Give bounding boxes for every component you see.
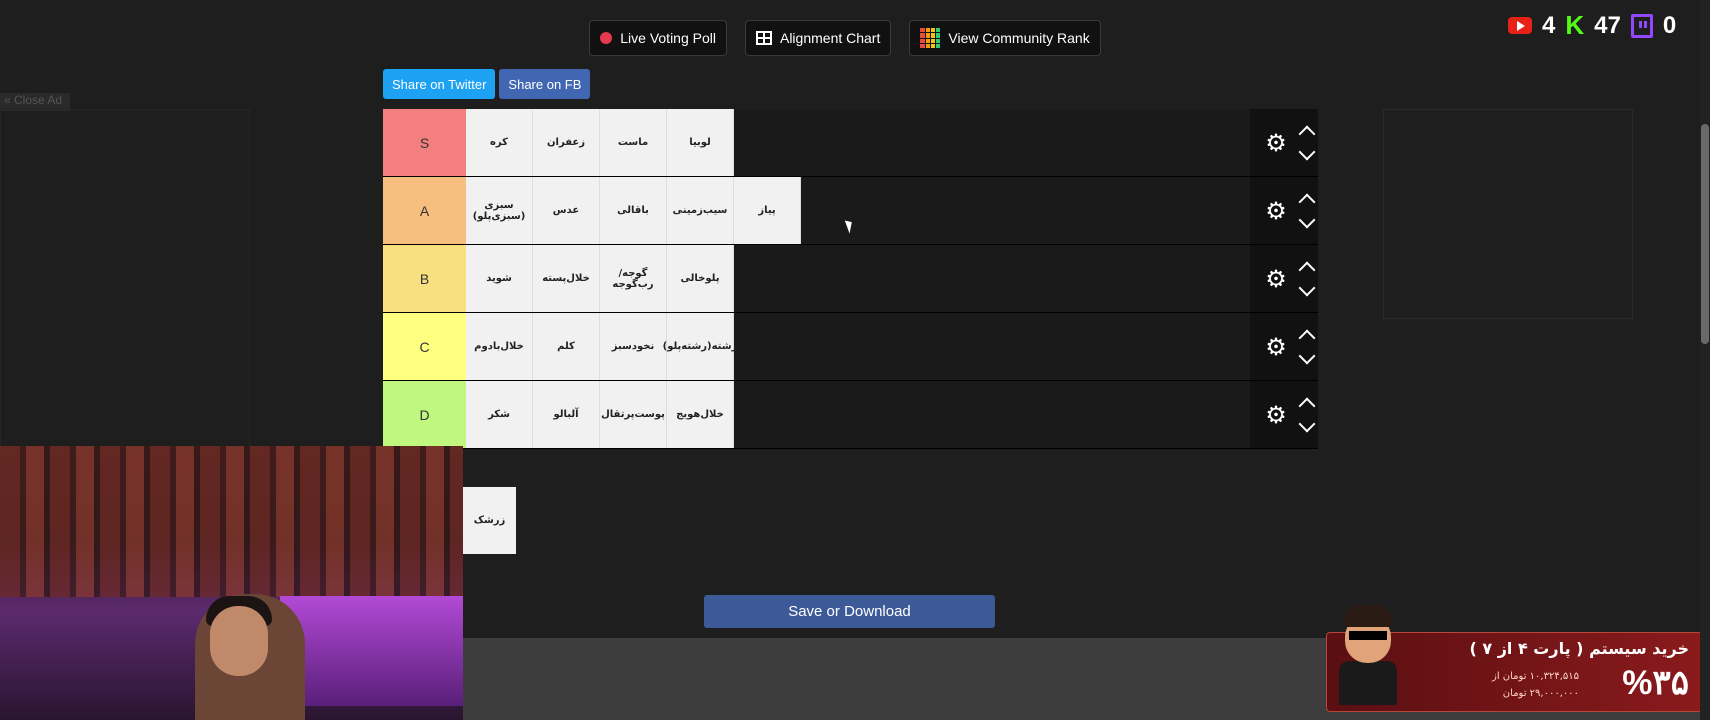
tier-controls: ⚙ <box>1250 177 1318 244</box>
tier-item[interactable]: کره <box>466 109 533 176</box>
record-dot-icon <box>600 32 613 44</box>
tier-item[interactable]: لوبیا <box>667 109 734 176</box>
tier-list: S کره زعفران ماست لوبیا ⚙ A سبزی (سبزی‌پ… <box>383 109 1318 449</box>
tier-item[interactable]: زعفران <box>533 109 600 176</box>
table-icon <box>755 31 772 45</box>
tier-item[interactable]: شوید <box>466 245 533 312</box>
tier-controls: ⚙ <box>1250 245 1318 312</box>
community-rank-label: View Community Rank <box>948 30 1090 46</box>
tier-items-a: سبزی (سبزی‌پلو) عدس باقالی سیب‌زمینی پیا… <box>466 177 1318 244</box>
tier-label-c[interactable]: C <box>383 313 466 380</box>
live-voting-label: Live Voting Poll <box>620 30 716 46</box>
left-ad-slot <box>0 109 250 447</box>
promo-percent: %۳۵ <box>1622 664 1689 702</box>
scroll-thumb[interactable] <box>1701 124 1709 344</box>
color-grid-icon <box>920 28 941 48</box>
gear-icon[interactable]: ⚙ <box>1264 131 1288 155</box>
share-twitter-button[interactable]: Share on Twitter <box>383 69 496 99</box>
top-toolbar: Live Voting Poll Alignment Chart View Co… <box>0 20 1710 56</box>
stream-counters: 4 K 47 0 <box>1508 10 1676 41</box>
tier-item[interactable]: آلبالو <box>533 381 600 448</box>
promo-banner: خرید سیستم ( پارت ۴ از ۷ ) ۱۰,۳۲۴,۵۱۵ تو… <box>1326 605 1702 712</box>
tier-items-c: خلال‌بادوم کلم نخودسبز رشته(رشته‌پلو) <box>466 313 1318 380</box>
tier-row-c: C خلال‌بادوم کلم نخودسبز رشته(رشته‌پلو) … <box>383 313 1318 381</box>
gear-icon[interactable]: ⚙ <box>1264 199 1288 223</box>
tier-row-b: B شوید خلال‌پسته گوجه/رب‌گوجه پلوخالی ⚙ <box>383 245 1318 313</box>
unsorted-item[interactable]: زرشک <box>463 487 516 554</box>
chevron-up-icon[interactable] <box>1298 329 1316 346</box>
tier-item[interactable]: خلال‌پسته <box>533 245 600 312</box>
tier-row-a: A سبزی (سبزی‌پلو) عدس باقالی سیب‌زمینی پ… <box>383 177 1318 245</box>
gear-icon[interactable]: ⚙ <box>1264 267 1288 291</box>
tier-item[interactable]: پوست‌پرتقال <box>600 381 667 448</box>
tier-item[interactable]: کلم <box>533 313 600 380</box>
tier-label-a[interactable]: A <box>383 177 466 244</box>
twitch-count: 0 <box>1662 11 1677 39</box>
tier-items-s: کره زعفران ماست لوبیا <box>466 109 1318 176</box>
tier-item[interactable]: پلوخالی <box>667 245 734 312</box>
tier-controls: ⚙ <box>1250 313 1318 380</box>
alignment-chart-button[interactable]: Alignment Chart <box>744 20 892 56</box>
kick-icon: K <box>1565 10 1585 40</box>
gear-icon[interactable]: ⚙ <box>1264 335 1288 359</box>
tier-item[interactable]: باقالی <box>600 177 667 244</box>
promo-progress-line2: ۲۹,۰۰۰,۰۰۰ تومان <box>1502 688 1579 699</box>
live-voting-poll-button[interactable]: Live Voting Poll <box>589 20 727 56</box>
tier-item[interactable]: سیب‌زمینی <box>667 177 734 244</box>
chevron-down-icon[interactable] <box>1298 279 1316 296</box>
chevron-up-icon[interactable] <box>1298 397 1316 414</box>
promo-progress-line1: ۱۰,۳۲۴,۵۱۵ تومان از <box>1492 671 1579 682</box>
tier-items-b: شوید خلال‌پسته گوجه/رب‌گوجه پلوخالی <box>466 245 1318 312</box>
mascot-image <box>1335 605 1401 705</box>
promo-title: خرید سیستم ( پارت ۴ از ۷ ) <box>1469 639 1689 658</box>
twitch-icon <box>1630 13 1653 38</box>
tier-item[interactable]: پیاز <box>734 177 801 244</box>
community-rank-button[interactable]: View Community Rank <box>909 20 1101 56</box>
chevron-down-icon[interactable] <box>1298 347 1316 364</box>
tier-row-s: S کره زعفران ماست لوبیا ⚙ <box>383 109 1318 177</box>
tier-label-s[interactable]: S <box>383 109 466 176</box>
tier-item[interactable]: ماست <box>600 109 667 176</box>
tier-row-d: D شکر آلبالو پوست‌پرتقال خلال‌هویج ⚙ <box>383 381 1318 449</box>
chevron-down-icon[interactable] <box>1298 211 1316 228</box>
right-ad-slot <box>1383 109 1633 319</box>
tier-item[interactable]: خلال‌بادوم <box>466 313 533 380</box>
gear-icon[interactable]: ⚙ <box>1264 403 1288 427</box>
tier-item[interactable]: نخودسبز <box>600 313 667 380</box>
tier-item[interactable]: خلال‌هویج <box>667 381 734 448</box>
tier-label-d[interactable]: D <box>383 381 466 448</box>
tier-controls: ⚙ <box>1250 109 1318 176</box>
share-buttons: Share on Twitter Share on FB <box>383 69 591 99</box>
youtube-icon <box>1508 17 1532 34</box>
chevron-up-icon[interactable] <box>1298 193 1316 210</box>
chevron-down-icon[interactable] <box>1298 143 1316 160</box>
youtube-count: 4 <box>1542 11 1556 39</box>
save-download-button[interactable]: Save or Download <box>704 595 995 628</box>
alignment-chart-label: Alignment Chart <box>779 30 881 46</box>
chevron-down-icon[interactable] <box>1298 415 1316 432</box>
tier-controls: ⚙ <box>1250 381 1318 448</box>
chevron-up-icon[interactable] <box>1298 261 1316 278</box>
scrollbar[interactable] <box>1700 0 1710 720</box>
tier-item[interactable]: سبزی (سبزی‌پلو) <box>466 177 533 244</box>
streamer-webcam <box>0 446 463 720</box>
tier-item[interactable]: رشته(رشته‌پلو) <box>663 313 737 380</box>
tier-label-b[interactable]: B <box>383 245 466 312</box>
tier-item[interactable]: گوجه/رب‌گوجه <box>600 245 667 312</box>
tier-item[interactable]: عدس <box>533 177 600 244</box>
kick-count: 47 <box>1594 11 1621 39</box>
tier-item[interactable]: شکر <box>466 381 533 448</box>
chevron-up-icon[interactable] <box>1298 125 1316 142</box>
share-fb-button[interactable]: Share on FB <box>499 69 591 99</box>
tier-items-d: شکر آلبالو پوست‌پرتقال خلال‌هویج <box>466 381 1318 448</box>
